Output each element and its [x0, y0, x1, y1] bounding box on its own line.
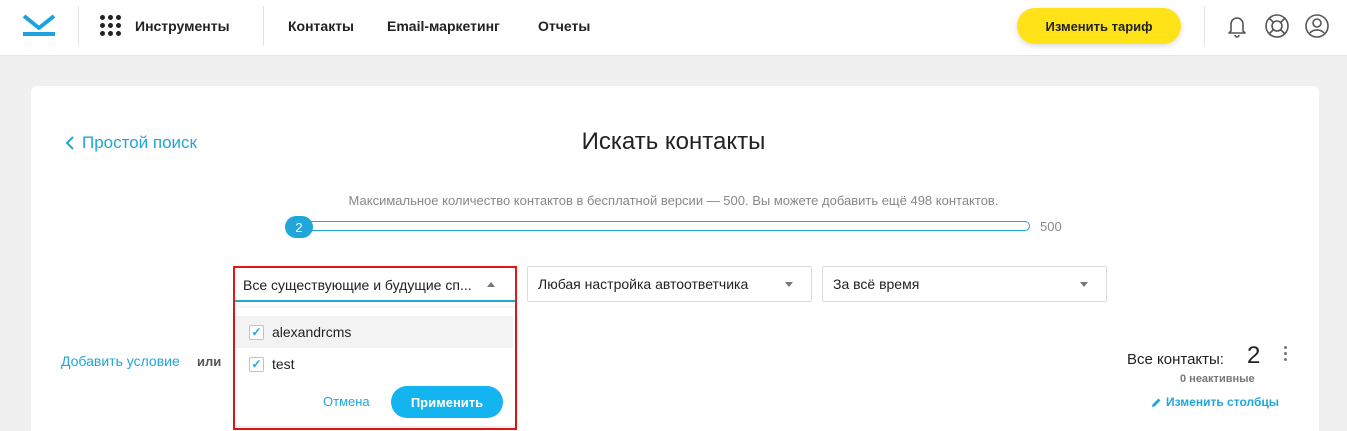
- autoresponder-select[interactable]: Любая настройка автоответчика: [527, 266, 812, 302]
- divider: [1204, 6, 1205, 46]
- limit-note: Максимальное количество контактов в бесп…: [348, 193, 999, 208]
- caret-down-icon: [1080, 282, 1088, 287]
- upgrade-plan-button[interactable]: Изменить тариф: [1017, 8, 1181, 44]
- period-select-value: За всё время: [833, 276, 920, 292]
- lists-dropdown-panel: ✓ alexandrcms ✓ test Отмена Применить: [235, 308, 515, 426]
- or-label: или: [197, 354, 222, 369]
- page-title: Искать контакты: [581, 128, 766, 155]
- edit-columns-label: Изменить столбцы: [1166, 395, 1279, 409]
- apply-button[interactable]: Применить: [391, 386, 503, 418]
- lists-dropdown: Все существующие и будущие сп... ✓ alexa…: [233, 266, 517, 430]
- slider-handle[interactable]: 2: [285, 216, 313, 238]
- contact-count-slider[interactable]: [288, 221, 1030, 231]
- list-option-alexandrcms[interactable]: ✓ alexandrcms: [235, 316, 513, 348]
- pencil-icon: [1152, 398, 1161, 407]
- envelope-logo-icon[interactable]: [22, 14, 56, 38]
- divider: [78, 6, 79, 46]
- check-icon[interactable]: ✓: [249, 356, 264, 372]
- inactive-count: 0 неактивные: [1180, 373, 1255, 385]
- lists-select[interactable]: Все существующие и будущие сп...: [235, 268, 515, 302]
- add-condition-link[interactable]: Добавить условие: [61, 353, 180, 369]
- nav-email-marketing[interactable]: Email-маркетинг: [387, 18, 500, 34]
- check-icon[interactable]: ✓: [249, 324, 264, 340]
- top-bar: Инструменты Контакты Email-маркетинг Отч…: [0, 0, 1347, 56]
- cancel-button[interactable]: Отмена: [323, 394, 370, 409]
- slider-max-label: 500: [1040, 219, 1062, 234]
- autoresponder-select-value: Любая настройка автоответчика: [538, 276, 749, 292]
- list-option-label: test: [272, 356, 295, 372]
- lists-select-value: Все существующие и будущие сп...: [243, 277, 472, 293]
- caret-up-icon: [487, 282, 495, 287]
- kebab-menu-icon[interactable]: [1281, 346, 1289, 366]
- help-lifebuoy-icon[interactable]: [1263, 12, 1291, 40]
- nav-reports[interactable]: Отчеты: [538, 18, 590, 34]
- all-contacts-count: 2: [1247, 342, 1261, 369]
- period-select[interactable]: За всё время: [822, 266, 1107, 302]
- list-option-label: alexandrcms: [272, 324, 352, 340]
- nav-contacts[interactable]: Контакты: [288, 18, 354, 34]
- list-option-test[interactable]: ✓ test: [235, 348, 513, 380]
- apps-grid-icon[interactable]: [100, 15, 122, 37]
- divider: [263, 6, 264, 46]
- all-contacts-label: Все контакты:: [1127, 351, 1224, 368]
- tools-menu[interactable]: Инструменты: [135, 18, 230, 34]
- edit-columns-link[interactable]: Изменить столбцы: [1151, 395, 1279, 409]
- caret-down-icon: [785, 282, 793, 287]
- bell-icon[interactable]: [1223, 12, 1251, 40]
- user-icon[interactable]: [1303, 12, 1331, 40]
